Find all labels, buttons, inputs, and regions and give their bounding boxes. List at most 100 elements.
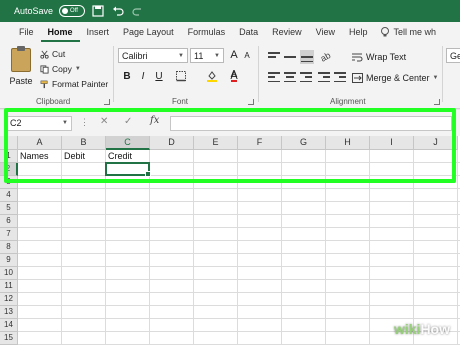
autosave-toggle[interactable]: Off (59, 5, 86, 17)
row-header-2[interactable]: 2 (0, 163, 18, 176)
gridline (61, 150, 62, 345)
row-header-5[interactable]: 5 (0, 202, 18, 215)
insert-function-button[interactable]: fx (150, 115, 159, 126)
tab-help[interactable]: Help (342, 24, 375, 42)
row-header-10[interactable]: 10 (0, 267, 18, 280)
clipboard-launcher[interactable] (104, 99, 110, 105)
undo-icon[interactable] (111, 4, 125, 18)
column-header-h[interactable]: H (326, 136, 370, 150)
active-cell[interactable] (105, 162, 151, 177)
gridline (457, 150, 458, 345)
enter-icon[interactable]: ✓ (124, 116, 132, 127)
column-header-g[interactable]: G (282, 136, 326, 150)
cancel-icon[interactable]: ✕ (100, 116, 108, 127)
column-header-j[interactable]: J (414, 136, 458, 150)
row-header-13[interactable]: 13 (0, 306, 18, 319)
tab-page-layout[interactable]: Page Layout (116, 24, 181, 42)
tab-insert[interactable]: Insert (80, 24, 117, 42)
row-header-11[interactable]: 11 (0, 280, 18, 293)
cell-b1[interactable]: Debit (62, 150, 106, 163)
orientation-icon[interactable]: ab (320, 50, 334, 62)
bottom-align-icon[interactable] (300, 50, 314, 64)
align-center-icon[interactable] (284, 72, 296, 82)
wrap-text-button[interactable]: Wrap Text (352, 52, 406, 62)
align-right-icon[interactable] (300, 72, 312, 82)
row-header-8[interactable]: 8 (0, 241, 18, 254)
italic-button[interactable]: I (137, 69, 149, 83)
font-color-button[interactable]: A (228, 69, 240, 83)
decrease-indent-icon[interactable] (318, 72, 330, 82)
increase-font-icon[interactable]: A (228, 48, 240, 62)
redo-icon[interactable] (131, 4, 145, 18)
format-painter-button[interactable]: Format Painter (40, 79, 108, 89)
row-header-14[interactable]: 14 (0, 319, 18, 332)
copy-button[interactable]: Copy ▼ (40, 64, 81, 74)
format-painter-label: Format Painter (52, 79, 109, 89)
row-header-7[interactable]: 7 (0, 228, 18, 241)
tab-file[interactable]: File (12, 24, 41, 42)
row-header-6[interactable]: 6 (0, 215, 18, 228)
chevron-down-icon: ▼ (214, 52, 220, 59)
save-icon[interactable] (91, 4, 105, 18)
row-header-3[interactable]: 3 (0, 176, 18, 189)
font-launcher[interactable] (248, 99, 254, 105)
number-format-value: Ge (450, 50, 460, 61)
column-header-d[interactable]: D (150, 136, 194, 150)
row-header-15[interactable]: 15 (0, 332, 18, 345)
underline-button[interactable]: U (153, 69, 165, 83)
gridline (149, 150, 150, 345)
name-box[interactable]: C2 ▼ (6, 116, 72, 131)
cut-button[interactable]: Cut (40, 49, 65, 59)
font-size-select[interactable]: 11 ▼ (190, 48, 224, 63)
alignment-launcher[interactable] (434, 99, 440, 105)
font-name-value: Calibri (122, 50, 148, 61)
column-header-e[interactable]: E (194, 136, 238, 150)
paste-label: Paste (9, 76, 33, 86)
merge-center-button[interactable]: Merge & Center ▼ (352, 73, 438, 83)
middle-align-icon[interactable] (284, 52, 296, 62)
formula-input[interactable] (170, 116, 452, 131)
fill-color-icon[interactable] (206, 69, 218, 83)
tab-view[interactable]: View (309, 24, 342, 42)
watermark-part2: How (420, 321, 450, 337)
number-format-select[interactable]: Ge (446, 48, 460, 63)
align-left-icon[interactable] (268, 72, 280, 82)
formula-bar: C2 ▼ ⋮ ✕ ✓ fx (0, 110, 460, 136)
spreadsheet-grid[interactable]: A B C D E F G H I J 1 2 3 4 5 6 7 8 9 10 11 12 13 14 15 Names Debi… (0, 136, 460, 345)
scissors-icon (40, 50, 49, 59)
row-header-1[interactable]: 1 (0, 150, 18, 163)
column-header-f[interactable]: F (238, 136, 282, 150)
tab-formulas[interactable]: Formulas (181, 24, 233, 42)
row-header-4[interactable]: 4 (0, 189, 18, 202)
tell-me-search[interactable]: Tell me wh (391, 24, 444, 42)
row-header-9[interactable]: 9 (0, 254, 18, 267)
column-header-i[interactable]: I (370, 136, 414, 150)
paste-button[interactable]: Paste (6, 46, 36, 96)
gridline (18, 253, 460, 254)
tab-home[interactable]: Home (40, 24, 80, 42)
column-header-b[interactable]: B (62, 136, 106, 150)
select-all-corner[interactable] (0, 136, 18, 150)
decrease-font-icon[interactable]: A (241, 48, 253, 62)
top-align-icon[interactable] (268, 52, 280, 62)
chevron-down-icon: ▼ (74, 66, 81, 72)
font-name-select[interactable]: Calibri ▼ (118, 48, 188, 63)
borders-icon[interactable] (175, 69, 187, 83)
cut-label: Cut (52, 49, 66, 59)
cell-a1[interactable]: Names (18, 150, 62, 163)
column-header-a[interactable]: A (18, 136, 62, 150)
gridline (413, 150, 414, 345)
tab-review[interactable]: Review (265, 24, 309, 42)
row-header-12[interactable]: 12 (0, 293, 18, 306)
watermark: wikiHow (394, 321, 450, 337)
increase-indent-icon[interactable] (334, 72, 346, 82)
copy-label: Copy (52, 64, 72, 74)
column-header-c[interactable]: C (106, 136, 150, 150)
cell-c1[interactable]: Credit (106, 150, 150, 163)
bold-button[interactable]: B (121, 69, 133, 83)
tab-data[interactable]: Data (232, 24, 265, 42)
ribbon-home: Paste Cut Copy ▼ Format Painter Clipboar… (0, 42, 460, 109)
font-group-label: Font (172, 97, 189, 106)
gridline (18, 305, 460, 306)
title-bar: AutoSave Off (0, 0, 460, 22)
